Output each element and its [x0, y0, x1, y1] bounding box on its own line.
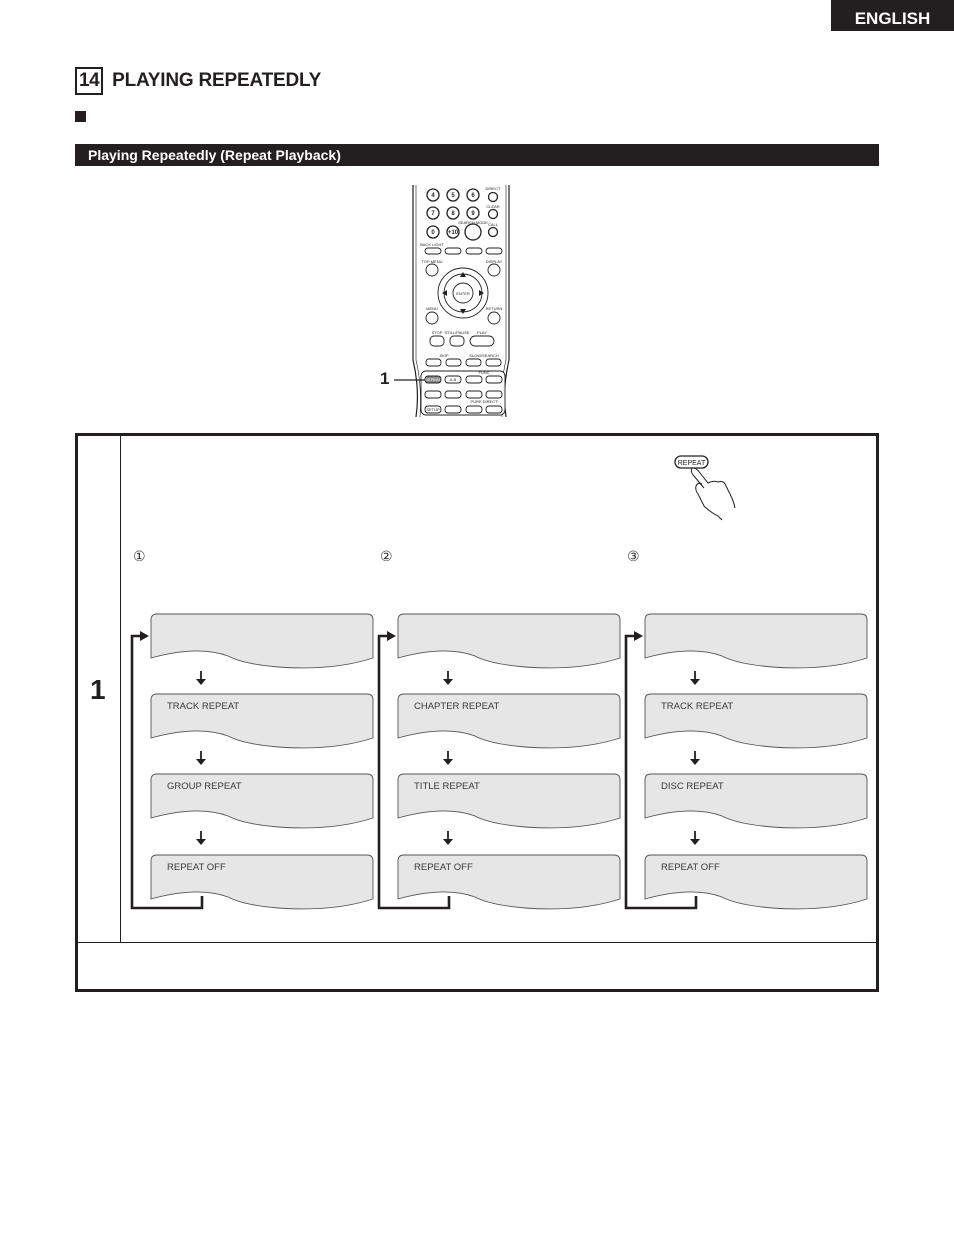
- section-number: 14: [75, 67, 104, 95]
- svg-text:CALL: CALL: [488, 222, 499, 227]
- svg-text:STOP: STOP: [432, 330, 443, 335]
- svg-text:MENU: MENU: [426, 306, 438, 311]
- svg-text:REPEAT: REPEAT: [425, 377, 441, 382]
- repeat-flow-2: CHAPTER REPEAT TITLE REPEAT REPEAT OFF: [377, 613, 621, 910]
- svg-text:TOP MENU: TOP MENU: [422, 259, 443, 264]
- down-arrow-head-icon: [196, 839, 206, 845]
- down-arrow-head-icon: [196, 679, 206, 685]
- down-arrow-head-icon: [443, 679, 453, 685]
- section-heading: 14 PLAYING REPEATEDLY: [75, 67, 321, 95]
- display-panel-label: REPEAT OFF: [661, 862, 720, 873]
- repeat-button-label: REPEAT: [678, 460, 706, 467]
- remote-callout-number: 1: [380, 369, 390, 388]
- marker-1: ①: [133, 548, 146, 564]
- down-arrow-head-icon: [196, 759, 206, 765]
- down-arrow-head-icon: [690, 759, 700, 765]
- marker-3: ③: [627, 548, 640, 564]
- display-panel-label: REPEAT OFF: [167, 862, 226, 873]
- svg-text:A-B: A-B: [450, 377, 457, 382]
- display-panel: [397, 613, 621, 669]
- svg-text:PLAY: PLAY: [477, 330, 487, 335]
- svg-text:CLEAR: CLEAR: [486, 204, 499, 209]
- loop-arrow-head-icon: [634, 631, 643, 641]
- section-title: PLAYING REPEATEDLY: [112, 70, 322, 91]
- loop-arrow-head-icon: [140, 631, 149, 641]
- svg-text:DIRECT: DIRECT: [486, 186, 501, 191]
- step-number: 1: [90, 674, 106, 705]
- language-tab: ENGLISH: [831, 0, 954, 31]
- display-panel: [644, 613, 868, 669]
- down-arrow-head-icon: [690, 679, 700, 685]
- remote-control-illustration: 456 789 0 +10 DIRECTCLEARCALL SEARCH MODE…: [394, 185, 510, 417]
- svg-text:+10: +10: [448, 230, 459, 236]
- svg-text:SLOW/SEARCH: SLOW/SEARCH: [469, 353, 499, 358]
- marker-2: ②: [380, 548, 393, 564]
- display-panel: [150, 613, 374, 669]
- step-number-column: 1: [78, 436, 121, 942]
- display-panel-label: TITLE REPEAT: [414, 781, 480, 792]
- language-tab-label: ENGLISH: [854, 9, 931, 28]
- repeat-flow-1: TRACK REPEAT GROUP REPEAT REPEAT OFF: [130, 613, 374, 910]
- repeat-flow-3: TRACK REPEAT DISC REPEAT REPEAT OFF: [624, 613, 868, 910]
- svg-text:FUNC: FUNC: [478, 370, 489, 375]
- display-panel-label: GROUP REPEAT: [167, 781, 242, 792]
- subsection-title: Playing Repeatedly (Repeat Playback): [88, 147, 341, 163]
- svg-text:DISPLAY: DISPLAY: [486, 259, 503, 264]
- display-panel-label: REPEAT OFF: [414, 862, 473, 873]
- hand-pressing-repeat-icon: REPEAT: [674, 455, 736, 521]
- table-footer-divider: [78, 942, 876, 944]
- display-panel-label: TRACK REPEAT: [167, 701, 239, 712]
- loop-arrow-head-icon: [387, 631, 396, 641]
- bullet-square-icon: [75, 111, 86, 122]
- display-panel-label: DISC REPEAT: [661, 781, 724, 792]
- display-panel-label: CHAPTER REPEAT: [414, 701, 500, 712]
- svg-text:SEARCH MODE: SEARCH MODE: [458, 220, 488, 225]
- subsection-bar: Playing Repeatedly (Repeat Playback): [75, 144, 879, 166]
- down-arrow-head-icon: [443, 759, 453, 765]
- svg-text:SKIP: SKIP: [439, 353, 448, 358]
- svg-text:PURE DIRECT: PURE DIRECT: [470, 399, 498, 404]
- svg-text:BACK LIGHT: BACK LIGHT: [420, 242, 444, 247]
- svg-text:SETUP: SETUP: [426, 407, 440, 412]
- svg-text:RETURN: RETURN: [486, 306, 503, 311]
- display-panel-label: TRACK REPEAT: [661, 701, 733, 712]
- svg-text:ENTER: ENTER: [456, 291, 470, 296]
- svg-text:STILL/PAUSE: STILL/PAUSE: [444, 330, 469, 335]
- down-arrow-head-icon: [443, 839, 453, 845]
- down-arrow-head-icon: [690, 839, 700, 845]
